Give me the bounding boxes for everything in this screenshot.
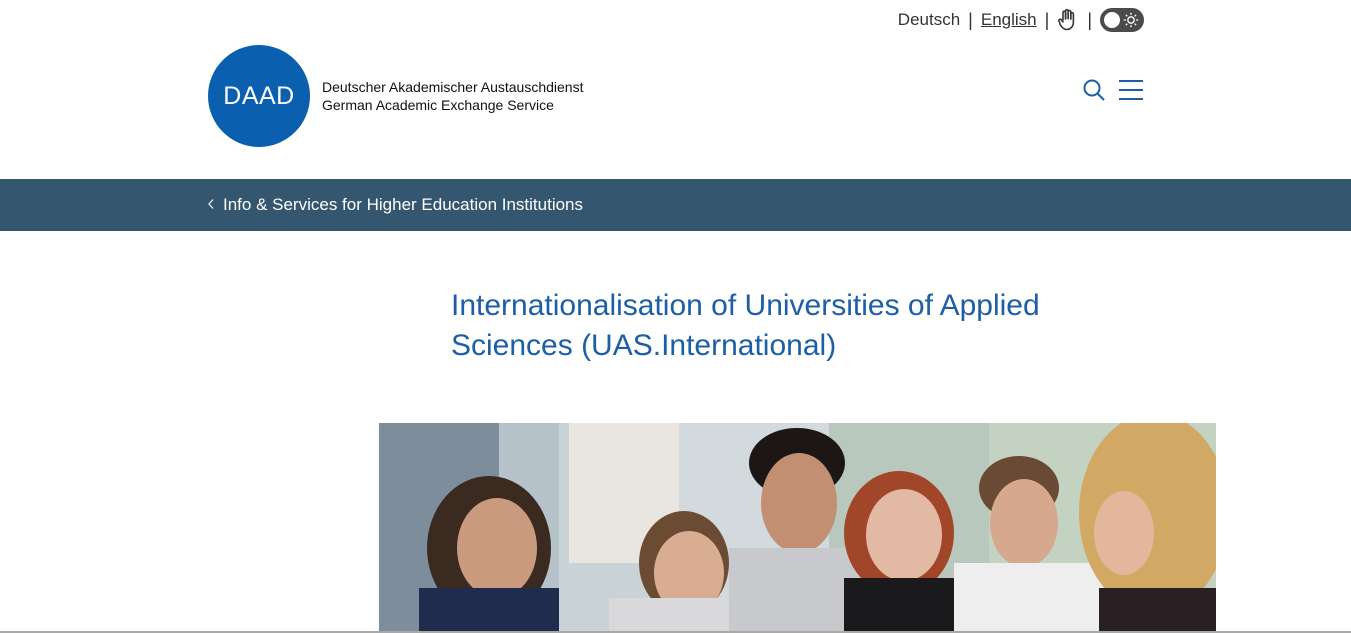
hand-icon[interactable]: [1049, 8, 1087, 32]
logo-line-german: Deutscher Akademischer Austauschdienst: [322, 79, 584, 95]
contrast-toggle[interactable]: [1100, 8, 1144, 32]
daad-logo[interactable]: DAAD: [208, 45, 310, 147]
toggle-knob: [1104, 12, 1120, 28]
logo-acronym: DAAD: [223, 81, 295, 110]
breadcrumb-label: Info & Services for Higher Education Ins…: [223, 195, 584, 214]
language-link-english[interactable]: English: [973, 6, 1045, 34]
hero-image: [379, 423, 1216, 633]
section-navigation-band: Info & Services for Higher Education Ins…: [0, 179, 1351, 231]
search-icon[interactable]: [1082, 78, 1106, 107]
sun-icon: [1123, 12, 1139, 33]
header-actions: [1082, 78, 1144, 107]
page: Deutsch | English | | DAAD Deutscher Aka…: [0, 0, 1351, 633]
hero-photo-illustration: [379, 423, 1216, 633]
utility-bar: Deutsch | English | |: [890, 6, 1144, 34]
separator: |: [1087, 10, 1092, 30]
page-title: Internationalisation of Universities of …: [451, 289, 1040, 362]
logo-wordmark[interactable]: Deutscher Akademischer Austauschdienst G…: [322, 78, 583, 114]
breadcrumb-parent-link[interactable]: Info & Services for Higher Education Ins…: [207, 179, 583, 231]
language-link-deutsch[interactable]: Deutsch: [890, 6, 968, 34]
menu-icon[interactable]: [1118, 78, 1144, 107]
chevron-left-icon: [207, 197, 215, 213]
logo-line-english: German Academic Exchange Service: [322, 97, 554, 113]
